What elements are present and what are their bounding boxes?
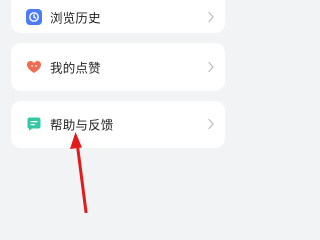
menu-item-label: 浏览历史 (50, 10, 101, 26)
menu-item-label: 我的点赞 (50, 60, 101, 76)
likes-card: 我的点赞 (11, 43, 225, 91)
menu-item-label: 帮助与反馈 (50, 117, 114, 133)
history-card: 浏览历史 (11, 0, 225, 33)
feedback-card: 帮助与反馈 (11, 101, 225, 148)
menu-item-help-feedback[interactable]: 帮助与反馈 (11, 112, 225, 136)
chevron-right-icon (208, 118, 214, 130)
chevron-right-icon (208, 61, 214, 73)
menu-item-history[interactable]: 浏览历史 (11, 5, 225, 29)
screen: 浏览历史 我的点赞 帮助与反馈 (0, 0, 236, 213)
clock-icon (26, 9, 42, 25)
heart-icon (27, 61, 41, 73)
menu-item-likes[interactable]: 我的点赞 (11, 55, 225, 79)
feedback-icon (27, 117, 41, 131)
chevron-right-icon (208, 11, 214, 23)
